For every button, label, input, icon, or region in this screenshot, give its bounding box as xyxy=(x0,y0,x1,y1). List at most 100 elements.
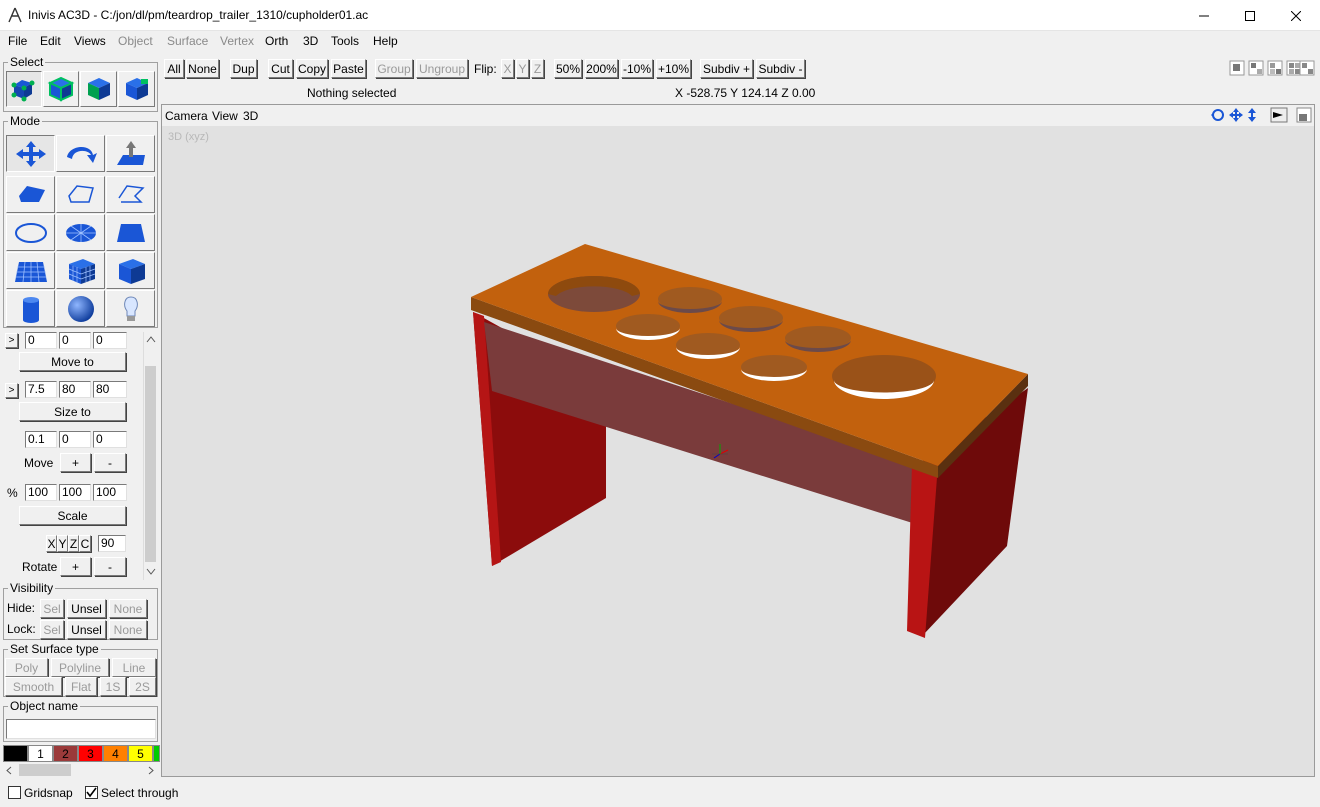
scroll-down-icon[interactable] xyxy=(146,568,156,576)
lock-none-button[interactable]: None xyxy=(109,620,147,639)
menu-file[interactable]: File xyxy=(8,34,27,48)
mode-mesh-tool[interactable] xyxy=(6,252,55,289)
layout-two-icon[interactable] xyxy=(1248,60,1264,76)
layout-four-icon[interactable] xyxy=(1286,60,1315,76)
menu-vertex[interactable]: Vertex xyxy=(220,34,254,48)
surface-smooth-button[interactable]: Smooth xyxy=(5,677,62,696)
zoom-plus10-button[interactable]: +10% xyxy=(656,59,691,78)
mode-light-tool[interactable] xyxy=(106,290,155,327)
move-step-y-field[interactable]: 0 xyxy=(59,431,91,448)
cut-button[interactable]: Cut xyxy=(268,59,293,78)
rotate-x-button[interactable]: X xyxy=(46,535,57,552)
layout-three-icon[interactable] xyxy=(1267,60,1283,76)
viewport-camera-icon[interactable] xyxy=(1270,107,1288,123)
cupholder-model[interactable] xyxy=(162,126,1314,776)
viewport-maximize-icon[interactable] xyxy=(1296,107,1312,123)
flip-z-button[interactable]: Z xyxy=(531,59,544,78)
move-plus-button[interactable]: + xyxy=(60,453,91,472)
size-x-field[interactable]: 7.5 xyxy=(25,381,57,398)
palette-swatch[interactable] xyxy=(153,745,160,762)
move-y-field[interactable]: 0 xyxy=(59,332,91,349)
mode-extrude-tool[interactable] xyxy=(106,135,155,172)
move-x-field[interactable]: 0 xyxy=(25,332,57,349)
zoom-200-button[interactable]: 200% xyxy=(585,59,618,78)
menu-views[interactable]: Views xyxy=(74,34,106,48)
hide-sel-button[interactable]: Sel xyxy=(40,599,64,618)
close-button[interactable] xyxy=(1273,0,1319,31)
select-object-tool[interactable] xyxy=(43,71,79,107)
viewport-3d-menu[interactable]: 3D xyxy=(243,109,258,123)
menu-surface[interactable]: Surface xyxy=(167,34,208,48)
lock-sel-button[interactable]: Sel xyxy=(40,620,64,639)
menu-object[interactable]: Object xyxy=(118,34,153,48)
menu-tools[interactable]: Tools xyxy=(331,34,359,48)
mode-rotate-tool[interactable] xyxy=(56,135,105,172)
mode-polyline-tool[interactable] xyxy=(56,176,105,213)
minimize-button[interactable] xyxy=(1181,0,1227,31)
viewport-camera-menu[interactable]: Camera xyxy=(165,109,208,123)
select-all-button[interactable]: All xyxy=(164,59,184,78)
zoom-minus10-button[interactable]: -10% xyxy=(621,59,653,78)
move-z-field[interactable]: 0 xyxy=(93,332,127,349)
palette-scroll-thumb[interactable] xyxy=(19,764,71,776)
menu-edit[interactable]: Edit xyxy=(40,34,61,48)
palette-scrollbar[interactable] xyxy=(3,763,158,777)
paste-button[interactable]: Paste xyxy=(331,59,366,78)
surface-flat-button[interactable]: Flat xyxy=(65,677,97,696)
viewport-zoom-icon[interactable] xyxy=(1246,107,1258,123)
select-vertex-tool[interactable] xyxy=(6,71,42,107)
viewport-rotate-icon[interactable] xyxy=(1210,107,1226,123)
move-minus-button[interactable]: - xyxy=(94,453,126,472)
mode-box-grid-tool[interactable] xyxy=(56,252,105,289)
layout-icons[interactable] xyxy=(1229,59,1315,77)
viewport-view-menu[interactable]: View xyxy=(212,109,238,123)
scale-z-field[interactable]: 100 xyxy=(93,484,127,501)
select-surface-tool[interactable] xyxy=(80,71,117,107)
select-group-tool[interactable] xyxy=(118,71,155,107)
transform-scroll-thumb[interactable] xyxy=(145,366,156,562)
move-step-x-field[interactable]: 0.1 xyxy=(25,431,57,448)
ungroup-button[interactable]: Ungroup xyxy=(416,59,468,78)
rotate-plus-button[interactable]: + xyxy=(60,557,91,576)
viewport-3d[interactable]: Camera View 3D 3D (xyz) xyxy=(161,104,1315,777)
gridsnap-checkbox[interactable] xyxy=(8,786,21,799)
mode-rectangle-tool[interactable] xyxy=(106,214,155,251)
surface-1s-button[interactable]: 1S xyxy=(100,677,126,696)
duplicate-button[interactable]: Dup xyxy=(230,59,257,78)
size-y-field[interactable]: 80 xyxy=(59,381,91,398)
palette-swatch[interactable]: 4 xyxy=(103,745,128,762)
hide-none-button[interactable]: None xyxy=(109,599,147,618)
scroll-left-icon[interactable] xyxy=(5,766,13,775)
rotate-c-button[interactable]: C xyxy=(79,535,91,552)
subdiv-minus-button[interactable]: Subdiv - xyxy=(756,59,805,78)
scale-x-field[interactable]: 100 xyxy=(25,484,57,501)
move-expand-button[interactable]: > xyxy=(5,333,18,348)
palette-swatch[interactable]: 1 xyxy=(28,745,53,762)
rotate-angle-field[interactable]: 90 xyxy=(98,535,126,552)
size-to-button[interactable]: Size to xyxy=(19,402,126,421)
mode-line-tool[interactable] xyxy=(106,176,155,213)
rotate-y-button[interactable]: Y xyxy=(57,535,68,552)
mode-cylinder-tool[interactable] xyxy=(6,290,55,327)
mode-sphere-tool[interactable] xyxy=(56,290,105,327)
palette-swatch[interactable]: 2 xyxy=(53,745,78,762)
palette-swatch[interactable]: 3 xyxy=(78,745,103,762)
palette-swatch[interactable]: 5 xyxy=(128,745,153,762)
surface-poly-button[interactable]: Poly xyxy=(5,658,48,677)
menu-3d[interactable]: 3D xyxy=(303,34,318,48)
group-button[interactable]: Group xyxy=(375,59,413,78)
rotate-minus-button[interactable]: - xyxy=(94,557,126,576)
transform-scrollbar[interactable] xyxy=(143,332,157,580)
size-expand-button[interactable]: > xyxy=(5,383,18,398)
scroll-right-icon[interactable] xyxy=(147,766,155,775)
hide-unsel-button[interactable]: Unsel xyxy=(67,599,106,618)
mode-move-tool[interactable] xyxy=(6,135,55,172)
menu-help[interactable]: Help xyxy=(373,34,398,48)
rotate-z-button[interactable]: Z xyxy=(68,535,79,552)
mode-box-tool[interactable] xyxy=(106,252,155,289)
scale-y-field[interactable]: 100 xyxy=(59,484,91,501)
mode-disk-tool[interactable] xyxy=(56,214,105,251)
scale-button[interactable]: Scale xyxy=(19,506,126,525)
select-through-checkbox[interactable] xyxy=(85,786,98,799)
copy-button[interactable]: Copy xyxy=(296,59,328,78)
